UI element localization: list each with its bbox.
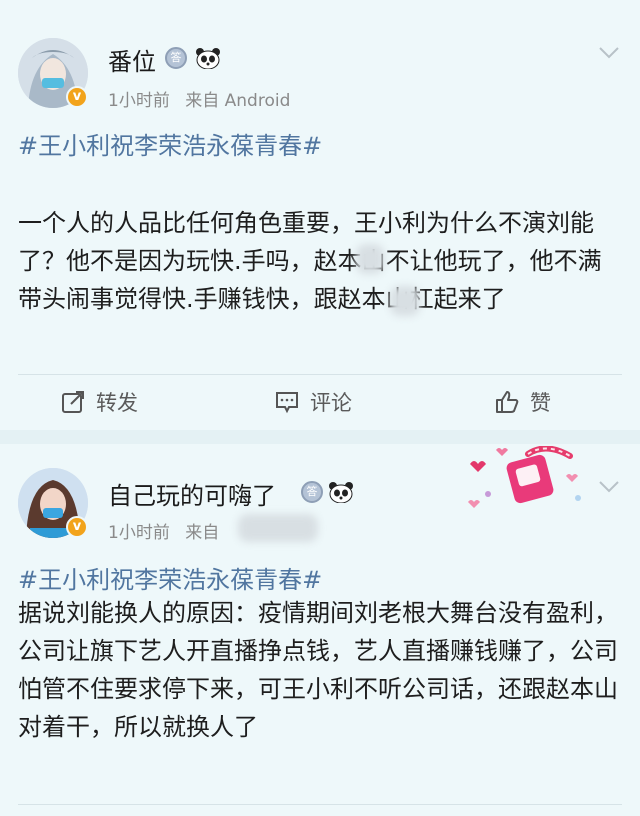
username[interactable]: 番位 bbox=[108, 42, 156, 77]
divider bbox=[18, 374, 622, 375]
weibo-post: v 番位 答 1小时前 来自 Android #王小利祝李荣浩永葆青春# 一个人… bbox=[0, 0, 640, 430]
topic-hashtag[interactable]: #王小利祝李荣浩永葆青春# bbox=[18, 560, 322, 595]
comment-label: 评论 bbox=[310, 391, 352, 415]
repost-button[interactable]: 转发 bbox=[60, 382, 138, 422]
medal-badge-icon[interactable]: 答 bbox=[301, 481, 323, 503]
verified-badge-icon: v bbox=[66, 86, 88, 108]
topic-hashtag[interactable]: #王小利祝李荣浩永葆青春# bbox=[18, 126, 322, 161]
panda-icon bbox=[196, 48, 220, 69]
post-text: 一个人的人品比任何角色重要，王小利为什么不演刘能了？他不是因为玩快.手吗，赵本山… bbox=[18, 209, 602, 313]
gift-sticker-icon bbox=[468, 446, 581, 508]
blur-mask bbox=[356, 244, 384, 274]
like-label: 赞 bbox=[530, 391, 551, 415]
verified-badge-icon: v bbox=[66, 516, 88, 538]
username[interactable]: 自己玩的可嗨了 bbox=[108, 476, 276, 511]
divider bbox=[18, 804, 622, 805]
blur-mask bbox=[390, 286, 420, 316]
repost-icon bbox=[62, 391, 84, 413]
chevron-down-icon[interactable] bbox=[598, 46, 620, 60]
repost-label: 转发 bbox=[96, 391, 138, 415]
medal-badge-icon[interactable]: 答 bbox=[165, 47, 187, 69]
blur-mask bbox=[238, 514, 318, 542]
post-meta: 1小时前 来自 Android bbox=[108, 86, 290, 111]
post-time: 1小时前 bbox=[108, 523, 170, 543]
source-prefix: 来自 bbox=[185, 523, 220, 543]
post-text: 据说刘能换人的原因：疫情期间刘老根大舞台没有盈利，公司让旗下艺人开直播挣点钱，艺… bbox=[18, 599, 618, 741]
comment-button[interactable]: 评论 bbox=[274, 382, 352, 422]
thumbs-up-icon bbox=[496, 391, 519, 413]
post-meta: 1小时前 来自 bbox=[108, 518, 219, 543]
post-time: 1小时前 bbox=[108, 91, 170, 111]
panda-icon bbox=[329, 482, 353, 503]
source-prefix: 来自 bbox=[185, 91, 220, 111]
like-button[interactable]: 赞 bbox=[494, 382, 551, 422]
comment-icon bbox=[276, 392, 298, 414]
chevron-down-icon[interactable] bbox=[598, 480, 620, 494]
post-source[interactable]: Android bbox=[225, 91, 291, 111]
